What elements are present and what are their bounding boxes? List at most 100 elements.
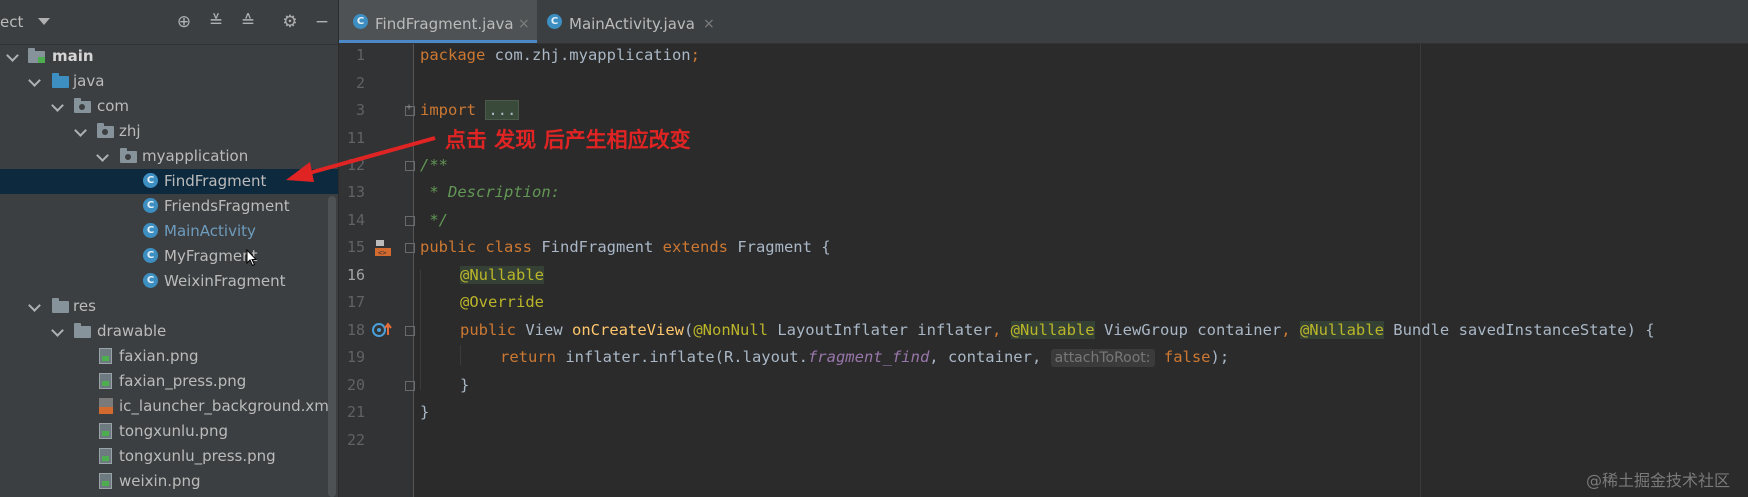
tree-item-label: WeixinFragment bbox=[164, 272, 286, 290]
close-icon[interactable]: × bbox=[518, 0, 530, 48]
tree-item-main[interactable]: main bbox=[0, 44, 338, 69]
line-number: 14 bbox=[346, 211, 365, 229]
tree-item-myfragment[interactable]: C MyFragment bbox=[0, 244, 338, 269]
tree-item-label: tongxunlu_press.png bbox=[119, 447, 276, 465]
tree-item-label: ic_launcher_background.xm bbox=[119, 397, 329, 415]
keyword: false bbox=[1163, 348, 1211, 366]
chevron-down-icon[interactable] bbox=[51, 324, 64, 337]
override-method-icon[interactable] bbox=[371, 320, 393, 340]
semicolon: ; bbox=[690, 46, 700, 64]
expression: ); bbox=[1210, 348, 1230, 366]
code-line-21[interactable]: } bbox=[420, 403, 429, 421]
project-view-selector[interactable]: ect bbox=[0, 13, 23, 31]
gear-icon[interactable]: ⚙ bbox=[280, 12, 300, 32]
line-number: 22 bbox=[346, 431, 365, 449]
fold-toggle-icon[interactable] bbox=[405, 216, 415, 226]
image-file-icon bbox=[99, 373, 112, 389]
tree-item-weixinfragment[interactable]: C WeixinFragment bbox=[0, 269, 338, 294]
tree-item-res[interactable]: res bbox=[0, 294, 338, 319]
package-name: com.zhj.myapplication bbox=[494, 46, 691, 64]
tree-item-label: tongxunlu.png bbox=[119, 422, 228, 440]
source-folder-icon bbox=[52, 73, 69, 88]
tree-item-label: myapplication bbox=[142, 147, 249, 165]
code-line-1[interactable]: package com.zhj.myapplication; bbox=[420, 46, 700, 64]
tree-item-label: main bbox=[52, 47, 94, 65]
chevron-down-icon[interactable] bbox=[96, 149, 109, 162]
class-icon: C bbox=[143, 198, 158, 213]
chevron-down-icon[interactable] bbox=[38, 18, 50, 25]
tree-item-mainactivity[interactable]: C MainActivity bbox=[0, 219, 338, 244]
code-line-19[interactable]: return inflater.inflate(R.layout.fragmen… bbox=[500, 348, 1230, 367]
fold-toggle-icon[interactable] bbox=[405, 381, 415, 391]
tab-label: FindFragment.java bbox=[375, 15, 514, 33]
tree-item-file[interactable]: faxian_press.png bbox=[0, 369, 338, 394]
android-layout-icon[interactable]: <> bbox=[373, 238, 393, 258]
fold-toggle-icon[interactable] bbox=[405, 102, 415, 116]
tree-item-file[interactable]: tongxunlu_press.png bbox=[0, 444, 338, 469]
param: Bundle savedInstanceState) { bbox=[1383, 321, 1655, 339]
vertical-scrollbar[interactable] bbox=[328, 196, 336, 497]
image-file-icon bbox=[99, 448, 112, 464]
code-line-3[interactable]: import ... bbox=[420, 100, 520, 120]
chevron-down-icon[interactable] bbox=[51, 99, 64, 112]
hide-icon[interactable]: − bbox=[312, 12, 332, 32]
watermark: @稀土掘金技术社区 bbox=[1585, 471, 1730, 490]
chevron-down-icon[interactable] bbox=[74, 124, 87, 137]
annotation: @Nullable bbox=[1010, 321, 1095, 339]
line-number: 20 bbox=[346, 376, 365, 394]
svg-text:<>: <> bbox=[378, 249, 386, 257]
folded-imports[interactable]: ... bbox=[485, 100, 520, 120]
annotation: @Override bbox=[460, 293, 544, 311]
code-line-18[interactable]: public View onCreateView(@NonNull Layout… bbox=[460, 321, 1655, 339]
method-name: onCreateView bbox=[572, 321, 684, 339]
tree-item-file[interactable]: ic_launcher_background.xm bbox=[0, 394, 338, 419]
code-line-15[interactable]: public class FindFragment extends Fragme… bbox=[420, 238, 831, 256]
tree-item-drawable[interactable]: drawable bbox=[0, 319, 338, 344]
tree-item-file[interactable]: weixin.png bbox=[0, 469, 338, 494]
superclass: Fragment { bbox=[737, 238, 831, 256]
locate-icon[interactable]: ⊕ bbox=[174, 12, 194, 32]
tree-item-friendsfragment[interactable]: C FriendsFragment bbox=[0, 194, 338, 219]
project-panel-header: ect ⊕ ≚ ≙ ⚙ − bbox=[0, 0, 338, 45]
tab-mainactivity[interactable]: C MainActivity.java × bbox=[537, 0, 727, 43]
keyword: extends bbox=[662, 238, 738, 256]
code-line-20[interactable]: } bbox=[460, 376, 469, 394]
annotation: @Nullable bbox=[460, 266, 544, 284]
tree-item-file[interactable]: tongxunlu.png bbox=[0, 419, 338, 444]
code-line-14[interactable]: */ bbox=[420, 211, 448, 229]
fold-toggle-icon[interactable] bbox=[405, 326, 415, 336]
line-number: 1 bbox=[355, 46, 365, 64]
line-number: 21 bbox=[346, 403, 365, 421]
keyword: public class bbox=[420, 238, 542, 256]
type: View bbox=[525, 321, 572, 339]
resource-folder-icon bbox=[52, 298, 69, 313]
collapse-all-icon[interactable]: ≙ bbox=[238, 12, 258, 32]
tree-item-file[interactable]: faxian.png bbox=[0, 344, 338, 369]
chevron-down-icon[interactable] bbox=[28, 74, 41, 87]
annotation: @Nullable bbox=[1299, 321, 1384, 339]
line-number-current: 16 bbox=[346, 266, 365, 284]
expand-all-icon[interactable]: ≚ bbox=[206, 12, 226, 32]
tree-item-label: FindFragment bbox=[164, 172, 267, 190]
folder-icon bbox=[74, 323, 91, 338]
tree-item-java[interactable]: java bbox=[0, 69, 338, 94]
code-line-17[interactable]: @Override bbox=[460, 293, 544, 311]
parameter-hint: attachToRoot: bbox=[1050, 349, 1155, 367]
class-icon: C bbox=[143, 223, 158, 238]
comma: , bbox=[991, 321, 1011, 339]
line-number: 18 bbox=[346, 321, 365, 339]
package-icon bbox=[97, 123, 114, 138]
code-line-16[interactable]: @Nullable bbox=[460, 266, 544, 284]
close-icon[interactable]: × bbox=[703, 0, 715, 48]
chevron-down-icon[interactable] bbox=[28, 299, 41, 312]
brace: } bbox=[420, 403, 430, 421]
fold-toggle-icon[interactable] bbox=[405, 243, 415, 253]
tree-item-label: res bbox=[73, 297, 96, 315]
tree-item-com[interactable]: com bbox=[0, 94, 338, 119]
chevron-down-icon[interactable] bbox=[6, 49, 19, 62]
tab-label: MainActivity.java bbox=[569, 15, 695, 33]
class-icon: C bbox=[353, 14, 368, 29]
tab-findfragment[interactable]: C FindFragment.java × bbox=[339, 0, 537, 43]
module-folder-icon bbox=[28, 48, 45, 63]
field: fragment_find bbox=[807, 348, 930, 366]
